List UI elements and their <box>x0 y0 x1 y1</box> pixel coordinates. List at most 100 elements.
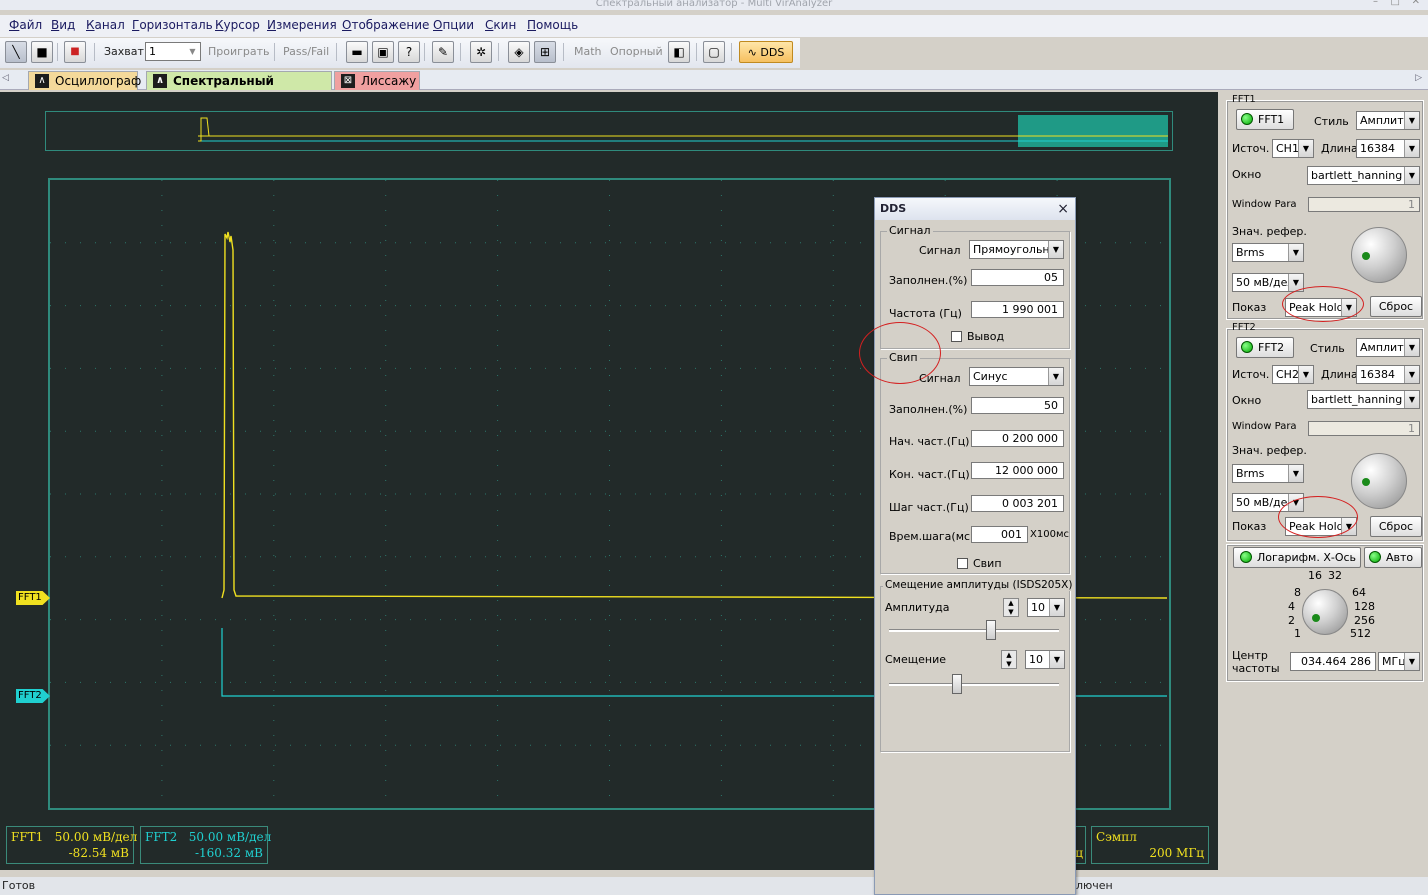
probe-button[interactable]: ✎ <box>432 41 454 63</box>
step-time-input[interactable]: 001 <box>971 526 1028 543</box>
fft2-window-para-label: Window Para <box>1232 421 1297 432</box>
sample-rate-box: Сэмпл 200 МГц <box>1091 826 1209 864</box>
fft2-source-select[interactable]: CH2 ▼ <box>1272 365 1314 384</box>
fft1-reset-button[interactable]: Сброс <box>1370 296 1422 317</box>
dds-title-bar[interactable]: DDS × <box>875 198 1075 220</box>
help-button[interactable]: ? <box>398 41 420 63</box>
fft1-scale-select[interactable]: 50 мВ/дел ▼ <box>1232 273 1304 292</box>
dds-button[interactable]: ∿ DDS <box>739 41 793 63</box>
minimize-button[interactable]: – <box>1373 0 1378 7</box>
fft1-ref-select[interactable]: Brms ▼ <box>1232 243 1304 262</box>
fft2-ref-select[interactable]: Brms ▼ <box>1232 464 1304 483</box>
menu-help[interactable]: Помощь <box>527 18 578 32</box>
sample-rate-value: 200 МГц <box>1149 846 1204 860</box>
play-button[interactable]: Проиграть <box>208 45 270 58</box>
fft2-length-select[interactable]: 16384 ▼ <box>1356 365 1420 384</box>
open-file-button[interactable]: ▬ <box>346 41 368 63</box>
offset-spinner[interactable]: ▲ ▼ <box>1001 650 1017 669</box>
fft1-window-label: Окно <box>1232 168 1262 181</box>
fullscreen-button[interactable]: ▢ <box>703 41 725 63</box>
chevron-down-icon: ▼ <box>1404 653 1419 670</box>
center-frequency-input[interactable]: 034.464 286 <box>1290 652 1376 671</box>
folder-icon: ▬ <box>351 45 363 59</box>
overview-trace <box>198 115 1168 147</box>
fft2-window-select[interactable]: bartlett_hanning ▼ <box>1307 390 1420 409</box>
span-knob[interactable] <box>1302 589 1348 635</box>
fft1-length-select[interactable]: 16384 ▼ <box>1356 139 1420 158</box>
color-grid-icon: ■ <box>70 46 80 57</box>
fft1-toggle-button[interactable]: FFT1 <box>1236 109 1294 130</box>
tab-lissajous[interactable]: ⊠ Лиссажу <box>334 71 420 90</box>
center-frequency-unit-select[interactable]: МГц ▼ <box>1378 652 1420 671</box>
duty-cycle-input[interactable]: 05 <box>971 269 1064 286</box>
measure-button[interactable]: ⊞ <box>534 41 556 63</box>
amplitude-spinner[interactable]: ▲ ▼ <box>1003 598 1019 617</box>
log-x-axis-button[interactable]: Логарифм. Х-Ось <box>1233 547 1361 568</box>
reference-button[interactable]: Опорный <box>610 45 663 58</box>
sweep-duty-input[interactable]: 50 <box>971 397 1064 414</box>
menu-channel[interactable]: Канал <box>86 18 125 32</box>
offset-slider-track[interactable] <box>889 683 1059 686</box>
menu-bar: Файл Вид Канал Горизонталь Курсор Измере… <box>0 15 1428 37</box>
sweep-checkbox[interactable] <box>957 558 968 569</box>
fft2-toggle-button[interactable]: FFT2 <box>1236 337 1294 358</box>
scroll-right-icon[interactable]: ▷ <box>1415 73 1422 83</box>
fft1-window-para-input[interactable]: 1 <box>1308 197 1420 212</box>
fft1-style-select[interactable]: Амплиту ▼ <box>1356 111 1420 130</box>
fft2-source-label: Источ. <box>1232 368 1270 381</box>
fft2-window-para-input[interactable]: 1 <box>1308 421 1420 436</box>
auto-button[interactable]: Авто <box>1364 547 1422 568</box>
capture-count-select[interactable]: 1 ▼ <box>145 42 201 61</box>
menu-view[interactable]: Вид <box>51 18 75 32</box>
amplitude-slider-thumb[interactable] <box>986 620 996 640</box>
offset-select[interactable]: 10 ▼ <box>1025 650 1065 669</box>
overview-visible-window[interactable] <box>1018 115 1168 147</box>
green-led-icon <box>1241 341 1253 353</box>
scroll-left-icon[interactable]: ◁ <box>2 73 9 83</box>
sine-wave-icon: ∿ <box>747 46 761 59</box>
fft1-show-label: Показ <box>1232 301 1267 314</box>
pass-fail-button[interactable]: Pass/Fail <box>283 45 329 58</box>
settings-button[interactable]: ✲ <box>470 41 492 63</box>
offset-slider-thumb[interactable] <box>952 674 962 694</box>
end-freq-input[interactable]: 12 000 000 <box>971 462 1064 479</box>
stop-button[interactable]: ■ <box>31 41 53 63</box>
fft2-scale-knob[interactable] <box>1351 453 1407 509</box>
toolbar-separator <box>563 43 564 61</box>
stop-icon: ■ <box>36 45 48 59</box>
save-button[interactable]: ▣ <box>372 41 394 63</box>
tab-oscilloscope[interactable]: ∧ Осциллограф <box>28 71 141 90</box>
tab-spectrum-analyzer[interactable]: ∧Спектральный анализатор <box>146 71 332 106</box>
start-freq-input[interactable]: 0 200 000 <box>971 430 1064 447</box>
fft2-info-box: FFT2 50.00 мВ/дел -160.32 мВ <box>140 826 271 864</box>
amplitude-select[interactable]: 10 ▼ <box>1027 598 1065 617</box>
frequency-input[interactable]: 1 990 001 <box>971 301 1064 318</box>
fft1-window-select[interactable]: bartlett_hanning ▼ <box>1307 166 1420 185</box>
menu-cursor[interactable]: Курсор <box>215 18 260 32</box>
signal-type-select[interactable]: Прямоугольны ▼ <box>969 240 1064 259</box>
split-view-button[interactable]: ◧ <box>668 41 690 63</box>
dds-close-button[interactable]: × <box>1057 198 1069 220</box>
close-window-button[interactable]: ✕ <box>1412 0 1420 7</box>
menu-display[interactable]: Отображение <box>342 18 429 32</box>
dds-dialog: DDS × Сигнал Сигнал Прямоугольны ▼ Заполн… <box>859 197 1076 895</box>
overview-strip[interactable] <box>45 111 1173 151</box>
fft2-reset-button[interactable]: Сброс <box>1370 516 1422 537</box>
menu-file[interactable]: Файл <box>9 18 42 32</box>
amplitude-slider-track[interactable] <box>889 629 1059 632</box>
color-palette-button[interactable]: ■ <box>64 41 86 63</box>
menu-options[interactable]: Опции <box>433 18 474 32</box>
calibrate-button[interactable]: ◈ <box>508 41 530 63</box>
menu-measure[interactable]: Измерения <box>267 18 337 32</box>
math-button[interactable]: Math <box>574 45 602 58</box>
menu-skin[interactable]: Скин <box>485 18 516 32</box>
menu-horizontal[interactable]: Горизонталь <box>132 18 213 32</box>
pointer-tool-button[interactable]: ╲ <box>5 41 27 63</box>
output-checkbox[interactable] <box>951 331 962 342</box>
fft2-style-select[interactable]: Амплиту ▼ <box>1356 338 1420 357</box>
fft1-source-select[interactable]: CH1 ▼ <box>1272 139 1314 158</box>
sweep-signal-select[interactable]: Синус ▼ <box>969 367 1064 386</box>
step-freq-input[interactable]: 0 003 201 <box>971 495 1064 512</box>
maximize-button[interactable]: □ <box>1391 0 1400 7</box>
fft1-scale-knob[interactable] <box>1351 227 1407 283</box>
